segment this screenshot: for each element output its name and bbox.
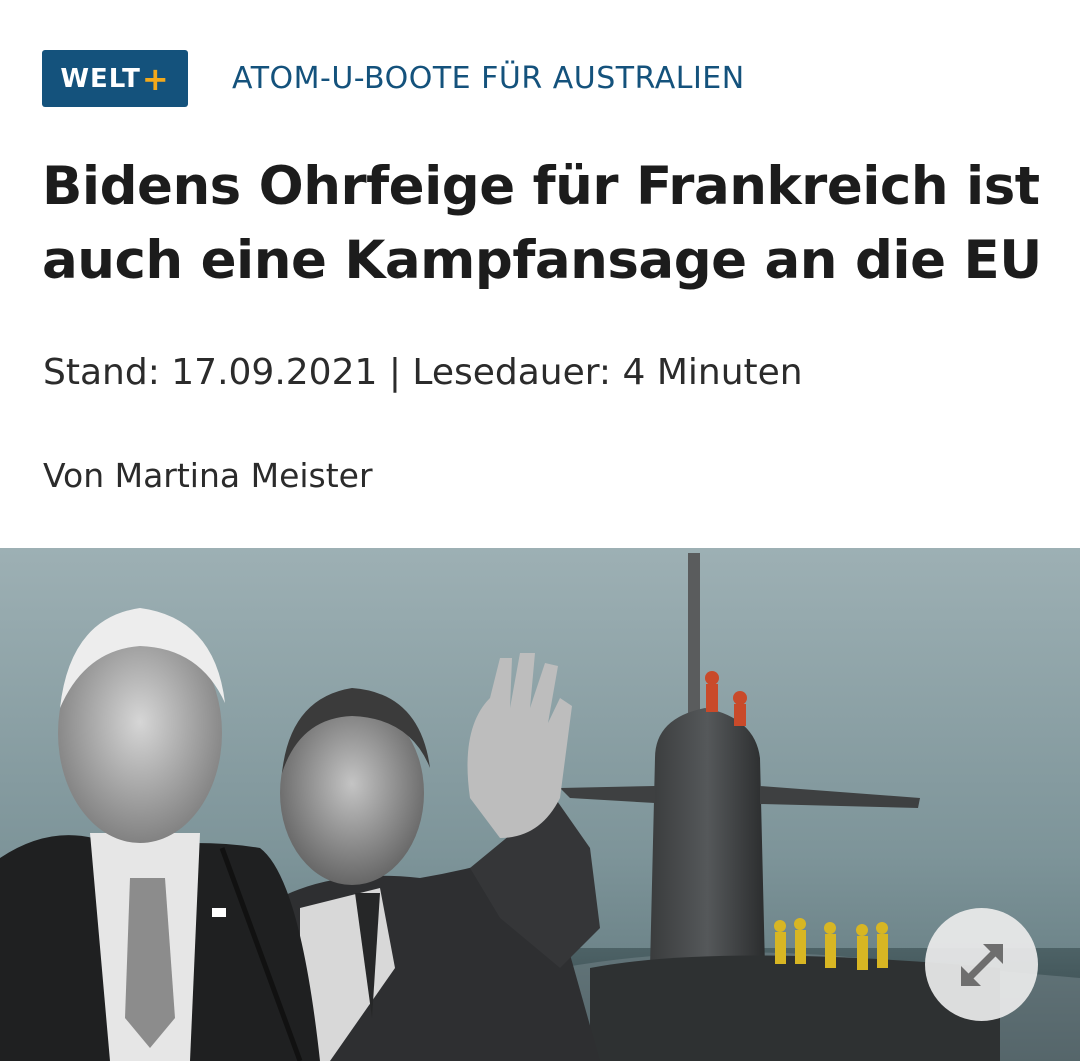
welt-plus-logo[interactable]: WELT +: [42, 50, 188, 107]
expand-image-button[interactable]: [925, 908, 1038, 1021]
logo-text: WELT: [60, 63, 141, 94]
article-page: WELT + ATOM-U-BOOTE FÜR AUSTRALIEN Bidens…: [0, 0, 1080, 1061]
article-headline: Bidens Ohrfeige für Frankreich ist auch …: [42, 156, 1042, 291]
article-kicker: ATOM-U-BOOTE FÜR AUSTRALIEN: [232, 61, 745, 96]
article-author: Von Martina Meister: [43, 456, 373, 495]
article-meta: Stand: 17.09.2021 | Lesedauer: 4 Minuten: [43, 352, 803, 393]
hero-image[interactable]: [0, 548, 1080, 1061]
expand-diagonal-arrows-icon: [960, 943, 1003, 986]
article-header-bar: WELT + ATOM-U-BOOTE FÜR AUSTRALIEN: [42, 50, 745, 107]
logo-plus: +: [141, 59, 170, 98]
